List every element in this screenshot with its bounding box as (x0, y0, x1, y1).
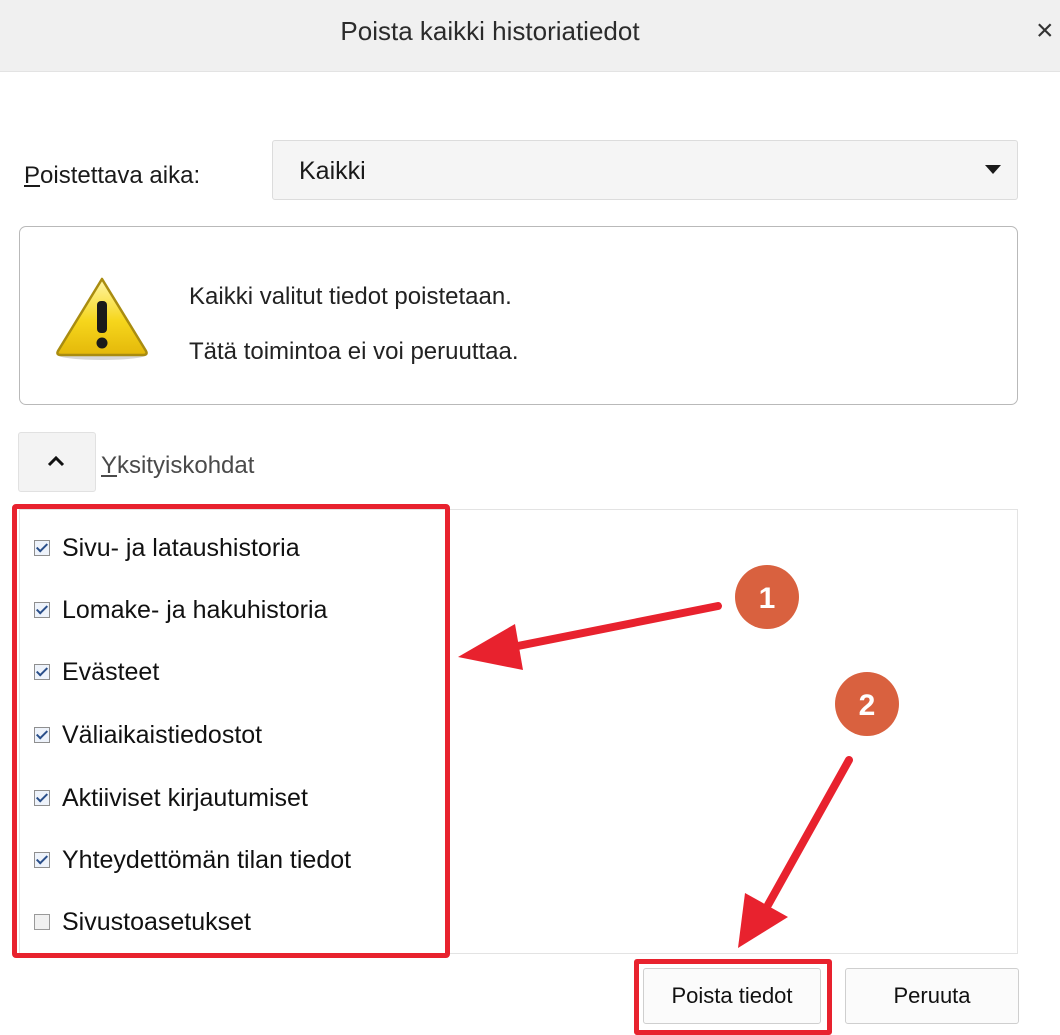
time-range-select[interactable]: Kaikki (272, 140, 1018, 200)
time-range-label-text: oistettava aika: (40, 162, 201, 189)
details-label[interactable]: Yksityiskohdat (101, 452, 254, 480)
details-label-text: ksityiskohdat (117, 452, 255, 479)
annotation-highlight-delete-button (634, 959, 832, 1035)
details-accesskey: Y (101, 452, 118, 479)
annotation-highlight-checkboxes (12, 504, 450, 958)
cancel-button[interactable]: Peruuta (845, 968, 1019, 1024)
warning-line-2: Tätä toimintoa ei voi peruuttaa. (189, 338, 519, 365)
time-range-accesskey: P (24, 162, 41, 189)
chevron-up-icon (47, 455, 65, 467)
warning-box: Kaikki valitut tiedot poistetaan. Tätä t… (19, 226, 1018, 405)
time-range-value: Kaikki (299, 157, 366, 185)
details-toggle-button[interactable] (18, 432, 96, 492)
close-icon[interactable]: × (1036, 14, 1060, 48)
dropdown-arrow-icon (985, 165, 1001, 174)
dialog-title: Poista kaikki historiatiedot (340, 16, 640, 46)
warning-line-1: Kaikki valitut tiedot poistetaan. (189, 283, 512, 310)
time-range-label: Poistettava aika: (24, 162, 200, 190)
dialog-titlebar: Poista kaikki historiatiedot × (0, 0, 1060, 72)
warning-triangle-icon (56, 277, 148, 360)
